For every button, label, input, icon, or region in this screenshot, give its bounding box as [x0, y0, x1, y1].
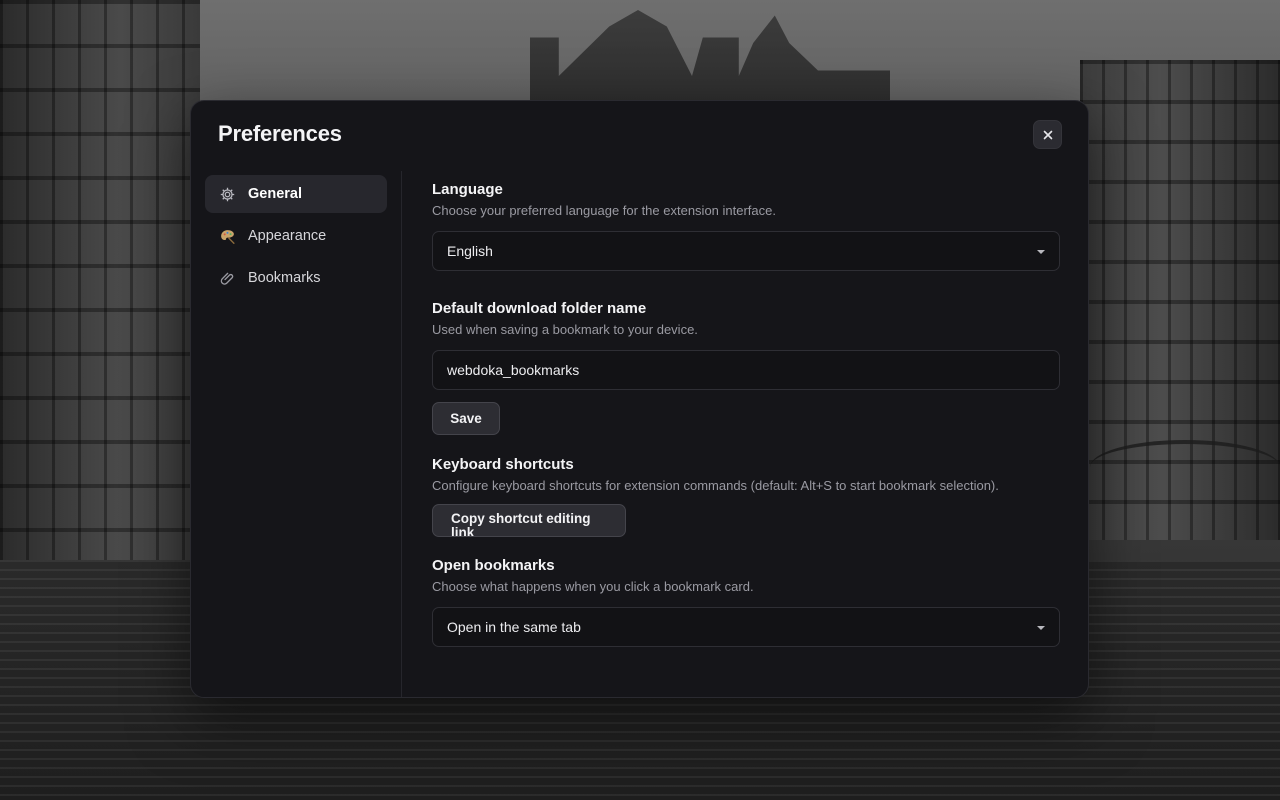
language-section: Language Choose your preferred language … [432, 179, 1060, 271]
palette-icon [218, 227, 236, 245]
sidebar-item-label: General [248, 186, 302, 202]
preferences-dialog: Preferences General Appearance Bookmarks… [190, 100, 1089, 698]
close-icon [1043, 130, 1052, 139]
copy-shortcut-link-button[interactable]: Copy shortcut editing link [432, 504, 626, 537]
sidebar-item-appearance[interactable]: Appearance [205, 217, 387, 255]
language-select-value: English [447, 243, 493, 259]
chevron-down-icon [1037, 626, 1045, 630]
sidebar-divider [401, 171, 402, 697]
gear-icon [218, 185, 236, 203]
sidebar-nav: General Appearance Bookmarks [205, 175, 387, 301]
language-description: Choose your preferred language for the e… [432, 203, 776, 218]
sidebar-item-label: Bookmarks [248, 270, 321, 286]
background-building-left [0, 0, 200, 620]
settings-panel: Language Choose your preferred language … [432, 179, 1060, 647]
open-bookmarks-select-value: Open in the same tab [447, 619, 581, 635]
download-folder-title: Default download folder name [432, 300, 647, 317]
open-bookmarks-select[interactable]: Open in the same tab [432, 607, 1060, 647]
download-folder-description: Used when saving a bookmark to your devi… [432, 322, 698, 337]
sidebar-item-bookmarks[interactable]: Bookmarks [205, 259, 387, 297]
keyboard-shortcuts-description: Configure keyboard shortcuts for extensi… [432, 478, 999, 493]
language-select[interactable]: English [432, 231, 1060, 271]
sidebar-item-general[interactable]: General [205, 175, 387, 213]
chevron-down-icon [1037, 250, 1045, 254]
save-button[interactable]: Save [432, 402, 500, 435]
keyboard-shortcuts-section: Keyboard shortcuts Configure keyboard sh… [432, 454, 1060, 537]
paperclip-icon [218, 269, 236, 287]
open-bookmarks-section: Open bookmarks Choose what happens when … [432, 555, 1060, 647]
sidebar-item-label: Appearance [248, 228, 327, 244]
open-bookmarks-description: Choose what happens when you click a boo… [432, 579, 754, 594]
language-title: Language [432, 181, 503, 198]
keyboard-shortcuts-title: Keyboard shortcuts [432, 456, 574, 473]
download-folder-section: Default download folder name Used when s… [432, 298, 1060, 435]
background-bridge [1090, 440, 1280, 494]
download-folder-input[interactable] [432, 350, 1060, 390]
close-button[interactable] [1033, 120, 1062, 149]
open-bookmarks-title: Open bookmarks [432, 557, 555, 574]
dialog-title: Preferences [218, 121, 342, 146]
